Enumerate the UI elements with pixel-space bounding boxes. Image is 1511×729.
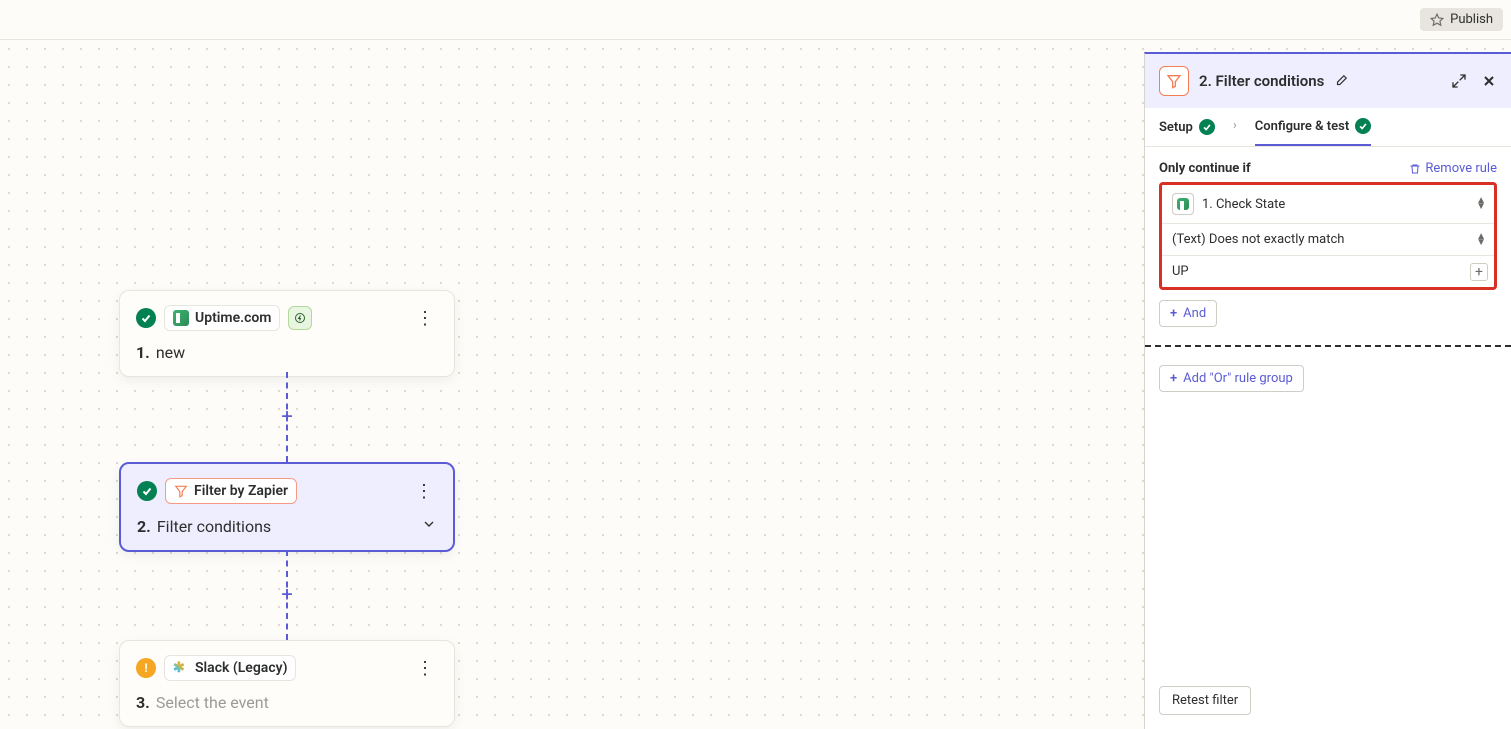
or-label: Add "Or" rule group: [1183, 371, 1293, 386]
card-menu-button[interactable]: ⋮: [411, 481, 437, 502]
bolt-icon: [294, 312, 306, 324]
rule-value-text: UP: [1172, 264, 1189, 279]
app-chip-filter[interactable]: Filter by Zapier: [165, 478, 297, 504]
rule-field-select[interactable]: 1. Check State ▲▼: [1162, 185, 1494, 224]
add-or-button[interactable]: + Add "Or" rule group: [1159, 365, 1304, 392]
and-label: And: [1183, 306, 1206, 321]
slack-icon: [173, 660, 189, 676]
chevron-right-icon: ›: [1233, 118, 1237, 146]
trash-icon: [1409, 163, 1421, 175]
card-title: 1. new: [136, 343, 438, 362]
rule-value-input[interactable]: UP +: [1162, 256, 1494, 287]
trigger-badge: [288, 306, 312, 330]
filter-panel: 2. Filter conditions Setup › Configure &…: [1144, 52, 1511, 729]
card-menu-button[interactable]: ⋮: [412, 308, 438, 329]
rule-field-value: 1. Check State: [1202, 197, 1285, 212]
card-title: 2. Filter conditions: [137, 516, 437, 536]
panel-actions: [1451, 73, 1497, 89]
tab-setup[interactable]: Setup: [1159, 118, 1215, 146]
add-step-button[interactable]: +: [277, 584, 297, 604]
panel-filter-icon: [1159, 66, 1189, 96]
step-card-3[interactable]: ! Slack (Legacy) ⋮ 3. Select the event: [119, 640, 455, 727]
panel-tabs: Setup › Configure & test: [1145, 108, 1511, 147]
insert-data-button[interactable]: +: [1470, 263, 1488, 281]
plus-icon: +: [1170, 306, 1177, 321]
app-chip-uptime[interactable]: Uptime.com: [164, 305, 280, 331]
rule-condition-value: (Text) Does not exactly match: [1172, 232, 1344, 247]
add-and-button[interactable]: + And: [1159, 300, 1217, 327]
tab-configure[interactable]: Configure & test: [1255, 118, 1371, 146]
divider: [1145, 345, 1511, 347]
expand-icon[interactable]: [1451, 73, 1467, 89]
continue-label: Only continue if: [1159, 161, 1251, 176]
card-header: Filter by Zapier ⋮: [137, 478, 437, 504]
panel-footer: Retest filter: [1145, 672, 1511, 729]
retest-button[interactable]: Retest filter: [1159, 686, 1251, 715]
step-title: new: [156, 343, 185, 362]
step-title: Filter conditions: [157, 517, 271, 536]
tab-setup-label: Setup: [1159, 120, 1193, 135]
close-icon[interactable]: [1481, 73, 1497, 89]
step-title: Select the event: [156, 693, 269, 712]
card-header: ! Slack (Legacy) ⋮: [136, 655, 438, 681]
rule-condition-select[interactable]: (Text) Does not exactly match ▲▼: [1162, 224, 1494, 256]
add-step-button[interactable]: +: [277, 406, 297, 426]
updown-icon: ▲▼: [1476, 198, 1486, 210]
card-menu-button[interactable]: ⋮: [412, 658, 438, 679]
panel-header: 2. Filter conditions: [1145, 54, 1511, 108]
publish-button[interactable]: Publish: [1420, 8, 1503, 31]
app-chip-slack[interactable]: Slack (Legacy): [164, 655, 296, 681]
check-icon: [1355, 118, 1371, 134]
check-icon: [1199, 119, 1215, 135]
filter-icon: [174, 484, 188, 498]
app-name: Uptime.com: [195, 310, 271, 326]
step-card-2[interactable]: Filter by Zapier ⋮ 2. Filter conditions: [119, 462, 455, 552]
status-warning-icon: !: [136, 658, 156, 678]
step-number: 2.: [137, 517, 151, 536]
panel-body: Only continue if Remove rule 1. Check St…: [1145, 147, 1511, 672]
chevron-down-icon[interactable]: [421, 516, 437, 536]
card-header: Uptime.com ⋮: [136, 305, 438, 331]
step-number: 1.: [136, 343, 150, 362]
rule-group: 1. Check State ▲▼ (Text) Does not exactl…: [1159, 182, 1497, 290]
app-name: Slack (Legacy): [195, 660, 287, 676]
updown-icon: ▲▼: [1476, 234, 1486, 246]
step-number: 3.: [136, 693, 150, 712]
publish-label: Publish: [1450, 12, 1493, 27]
edit-icon[interactable]: [1334, 74, 1348, 88]
uptime-icon: [173, 310, 189, 326]
tab-configure-label: Configure & test: [1255, 119, 1349, 134]
rule-header-row: Only continue if Remove rule: [1159, 161, 1497, 176]
plus-icon: +: [1170, 371, 1177, 386]
status-success-icon: [136, 308, 156, 328]
star-icon: [1430, 13, 1444, 27]
remove-rule-button[interactable]: Remove rule: [1409, 161, 1497, 176]
status-success-icon: [137, 481, 157, 501]
card-title: 3. Select the event: [136, 693, 438, 712]
step-card-1[interactable]: Uptime.com ⋮ 1. new: [119, 290, 455, 377]
app-name: Filter by Zapier: [194, 483, 288, 499]
remove-rule-label: Remove rule: [1425, 161, 1497, 176]
topbar: Publish: [0, 0, 1511, 40]
uptime-icon: [1172, 193, 1194, 215]
retest-label: Retest filter: [1172, 693, 1238, 708]
panel-title: 2. Filter conditions: [1199, 72, 1324, 90]
